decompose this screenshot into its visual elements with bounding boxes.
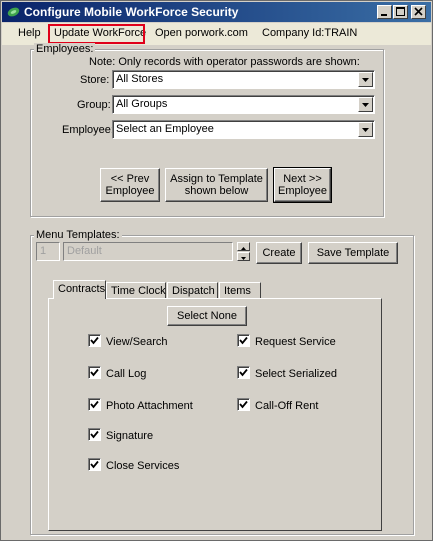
store-dropdown-button[interactable]	[358, 72, 373, 87]
create-button[interactable]: Create	[256, 242, 302, 264]
leaf-app-icon	[7, 7, 20, 17]
spin-up-button[interactable]	[237, 242, 250, 251]
update-workforce-highlight	[48, 24, 145, 44]
checkbox-close-services[interactable]	[88, 458, 101, 471]
store-dropdown[interactable]: All Stores	[112, 70, 375, 89]
group-dropdown-button[interactable]	[358, 97, 373, 112]
checkbox-label: Select Serialized	[255, 368, 337, 380]
store-value: All Stores	[116, 73, 164, 85]
close-button[interactable]	[411, 5, 426, 19]
chevron-down-icon	[362, 103, 369, 107]
group-dropdown[interactable]: All Groups	[112, 95, 375, 114]
save-template-button[interactable]: Save Template	[308, 242, 398, 264]
checkbox-label: Signature	[106, 430, 154, 442]
minimize-icon	[381, 14, 387, 16]
checkmark-icon	[90, 460, 99, 469]
checkbox-select-serialized[interactable]	[237, 366, 250, 379]
store-label: Store:	[80, 74, 110, 86]
employees-group-label: Employees:	[34, 43, 96, 55]
menu-bar: Help Update WorkForce Open porwork.com C…	[2, 23, 431, 45]
menu-company-id[interactable]: Company Id:TRAIN	[262, 27, 357, 39]
employee-dropdown-button[interactable]	[358, 122, 373, 137]
employee-value: Select an Employee	[116, 123, 214, 135]
tab-items[interactable]: Items	[219, 282, 261, 299]
employee-label: Employee:	[62, 124, 114, 136]
contracts-panel	[48, 298, 382, 531]
checkbox-request-service[interactable]	[237, 334, 250, 347]
group-label: Group:	[77, 99, 111, 111]
title-bar[interactable]: Configure Mobile WorkForce Security	[2, 2, 431, 22]
spin-down-button[interactable]	[237, 252, 250, 261]
checkmark-icon	[90, 400, 99, 409]
checkbox-view-search[interactable]	[88, 334, 101, 347]
template-spinner[interactable]	[237, 242, 250, 261]
tab-dispatch[interactable]: Dispatch	[167, 282, 218, 299]
checkbox-label: View/Search	[106, 336, 168, 348]
template-name-field: Default	[63, 242, 233, 261]
next-employee-button[interactable]: Next >> Employee	[273, 167, 332, 203]
maximize-icon	[396, 7, 405, 16]
chevron-down-icon	[362, 128, 369, 132]
arrow-up-icon	[241, 247, 246, 250]
assign-template-button[interactable]: Assign to Template shown below	[165, 168, 268, 202]
checkmark-icon	[239, 336, 248, 345]
close-icon	[414, 7, 423, 16]
checkbox-label: Close Services	[106, 460, 180, 472]
checkmark-icon	[239, 368, 248, 377]
arrow-down-icon	[241, 257, 246, 260]
checkbox-call-off-rent[interactable]	[237, 398, 250, 411]
checkbox-signature[interactable]	[88, 428, 101, 441]
minimize-button[interactable]	[377, 5, 392, 19]
checkbox-label: Photo Attachment	[106, 400, 193, 412]
chevron-down-icon	[362, 78, 369, 82]
prev-employee-button[interactable]: << Prev Employee	[100, 168, 160, 202]
checkbox-label: Call Log	[106, 368, 147, 380]
group-value: All Groups	[116, 98, 168, 110]
checkmark-icon	[90, 368, 99, 377]
menu-templates-label: Menu Templates:	[34, 229, 122, 241]
template-number-field: 1	[36, 242, 60, 261]
checkbox-label: Request Service	[255, 336, 336, 348]
tab-time-clock[interactable]: Time Clock	[106, 282, 166, 299]
checkmark-icon	[90, 430, 99, 439]
security-window: Configure Mobile WorkForce Security Help…	[0, 0, 433, 541]
checkbox-call-log[interactable]	[88, 366, 101, 379]
maximize-button[interactable]	[393, 5, 408, 19]
checkbox-photo-attachment[interactable]	[88, 398, 101, 411]
tab-contracts[interactable]: Contracts	[53, 280, 106, 299]
menu-help[interactable]: Help	[18, 27, 41, 39]
menu-open-porwork[interactable]: Open porwork.com	[155, 27, 248, 39]
checkbox-label: Call-Off Rent	[255, 400, 319, 412]
employees-note: Note: Only records with operator passwor…	[89, 56, 360, 68]
checkmark-icon	[239, 400, 248, 409]
select-none-button[interactable]: Select None	[167, 306, 247, 326]
employee-dropdown[interactable]: Select an Employee	[112, 120, 375, 139]
checkmark-icon	[90, 336, 99, 345]
window-title: Configure Mobile WorkForce Security	[24, 5, 239, 19]
